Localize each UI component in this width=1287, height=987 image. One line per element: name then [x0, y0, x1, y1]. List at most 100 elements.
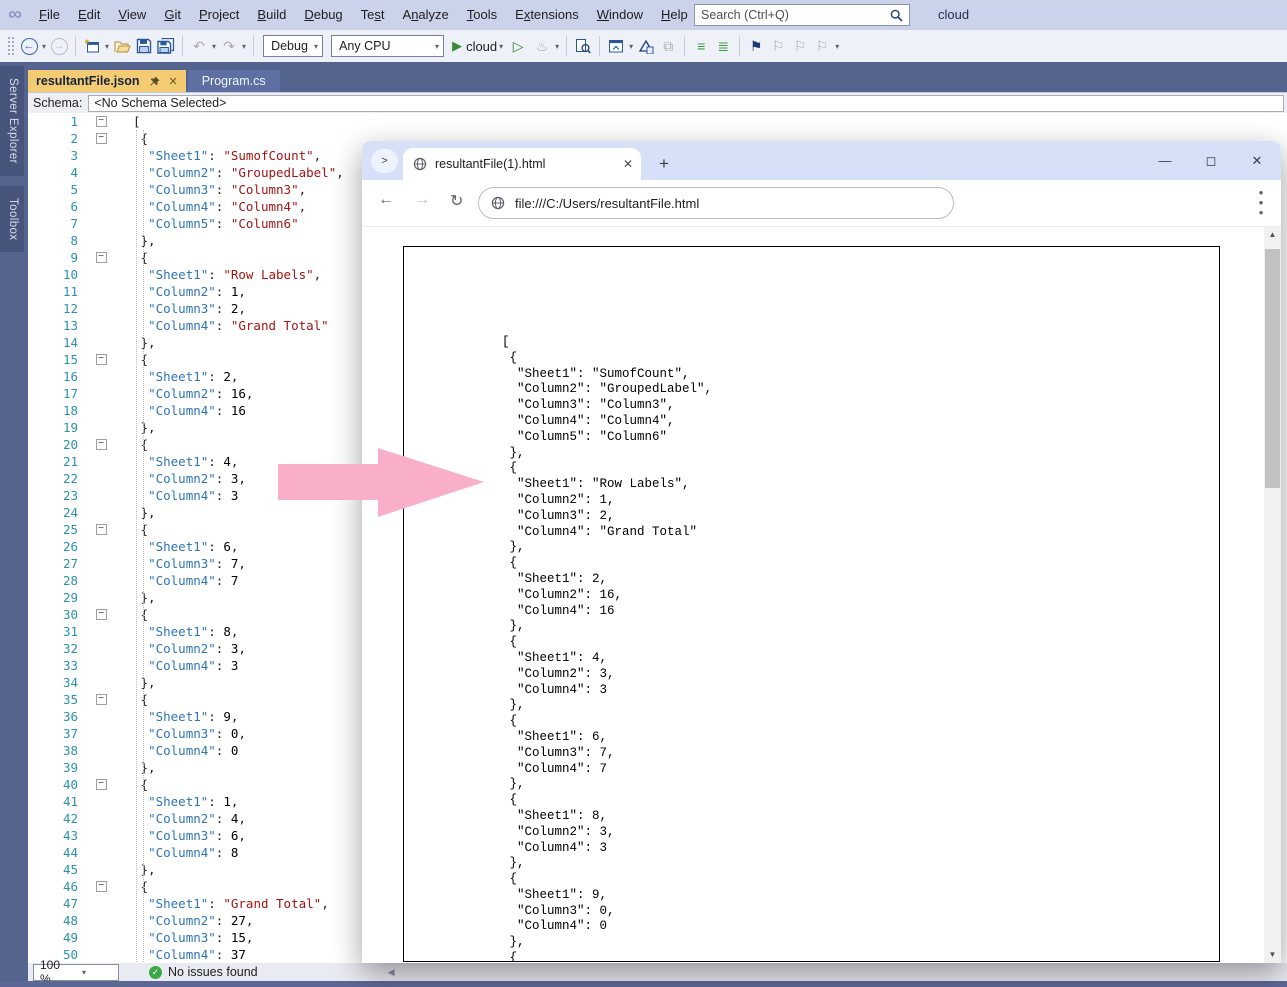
address-bar[interactable]: file:///C:/Users/resultantFile.html — [478, 187, 954, 219]
collapse-icon[interactable]: − — [96, 609, 107, 620]
tab-search-button[interactable]: ˃ — [371, 149, 398, 173]
browser-tab[interactable]: resultantFile(1).html ✕ — [403, 148, 641, 180]
code-line[interactable]: 1−[ — [28, 113, 1287, 130]
scrollbar-thumb[interactable] — [1265, 249, 1280, 488]
save-icon[interactable] — [134, 34, 154, 58]
open-folder-icon[interactable] — [112, 34, 132, 58]
navigate-forward-button[interactable]: → — [49, 34, 69, 58]
fold-column[interactable]: − — [88, 249, 114, 266]
collapse-icon[interactable]: − — [96, 252, 107, 263]
collapse-icon[interactable]: − — [96, 524, 107, 535]
toolbar-grip-handle[interactable] — [7, 36, 15, 56]
hot-reload-dropdown[interactable]: ▾ — [555, 42, 559, 51]
side-tab-server-explorer[interactable]: Server Explorer — [0, 66, 24, 176]
fold-column[interactable]: − — [88, 436, 114, 453]
collapse-icon[interactable]: − — [96, 133, 107, 144]
line-number: 48 — [28, 912, 88, 929]
save-all-icon[interactable] — [156, 34, 176, 58]
menu-view[interactable]: View — [109, 0, 155, 30]
minimize-button[interactable]: — — [1142, 141, 1188, 180]
code-text: "Sheet1": 8, — [114, 623, 238, 640]
menu-debug[interactable]: Debug — [295, 0, 351, 30]
start-without-debugging-icon[interactable]: ▷ — [510, 34, 530, 58]
menu-extensions[interactable]: Extensions — [506, 0, 588, 30]
browser-menu-icon[interactable]: ••• — [1252, 188, 1270, 218]
bookmarks-dropdown[interactable]: ▾ — [835, 42, 839, 51]
fold-column[interactable]: − — [88, 606, 114, 623]
solution-configuration-select[interactable]: Debug▾ — [263, 35, 323, 57]
browser-back-icon[interactable]: ← — [378, 191, 394, 209]
collapse-icon[interactable]: − — [96, 116, 107, 127]
menu-test[interactable]: Test — [352, 0, 394, 30]
menu-window[interactable]: Window — [588, 0, 652, 30]
run-target-dropdown[interactable]: ▾ — [499, 42, 503, 51]
collapse-icon[interactable]: − — [96, 439, 107, 450]
properties-icon[interactable]: ⧉ — [658, 34, 678, 58]
search-input[interactable]: Search (Ctrl+Q) — [694, 4, 910, 26]
close-window-button[interactable]: ✕ — [1234, 141, 1280, 180]
browser-reload-icon[interactable]: ↻ — [450, 191, 463, 211]
fold-column[interactable]: − — [88, 130, 114, 147]
fold-column[interactable]: − — [88, 351, 114, 368]
solution-explorer-dropdown[interactable]: ▾ — [629, 42, 633, 51]
collapse-icon[interactable]: − — [96, 881, 107, 892]
scroll-down-icon[interactable]: ▼ — [1264, 947, 1281, 963]
close-browser-tab-icon[interactable]: ✕ — [623, 157, 633, 171]
solution-explorer-icon[interactable] — [606, 34, 626, 58]
account-name[interactable]: cloud — [938, 0, 969, 30]
previous-bookmark-icon[interactable]: ⚐ — [768, 34, 788, 58]
menu-project[interactable]: Project — [190, 0, 248, 30]
menu-git[interactable]: Git — [155, 0, 190, 30]
navigate-backward-button[interactable]: ← — [19, 34, 39, 58]
line-number: 44 — [28, 844, 88, 861]
side-tab-toolbox[interactable]: Toolbox — [0, 186, 24, 252]
browser-title-bar[interactable]: ˃ resultantFile(1).html ✕ + — ◻ ✕ — [362, 141, 1281, 180]
toggle-bookmark-icon[interactable]: ⚑ — [746, 34, 766, 58]
fold-column[interactable]: − — [88, 691, 114, 708]
hot-reload-icon[interactable]: ♨ — [532, 34, 552, 58]
browser-forward-icon[interactable]: → — [414, 191, 430, 209]
indent-decrease-icon[interactable]: ≡ — [691, 34, 711, 58]
menu-file[interactable]: File — [30, 0, 69, 30]
new-project-dropdown[interactable]: ▾ — [105, 42, 109, 51]
menu-build[interactable]: Build — [248, 0, 295, 30]
start-debugging-button[interactable]: ▶ cloud ▾ — [452, 38, 505, 54]
next-bookmark-icon[interactable]: ⚐ — [790, 34, 810, 58]
hscroll-left-arrow[interactable]: ◀ — [388, 967, 395, 978]
new-project-icon[interactable] — [82, 34, 102, 58]
collapse-icon[interactable]: − — [96, 694, 107, 705]
fold-column — [88, 929, 114, 946]
browser-scrollbar[interactable]: ▲ ▼ — [1264, 227, 1281, 963]
tab-resultantfile-json[interactable]: resultantFile.json ✕ — [28, 70, 186, 92]
sync-with-active-document-icon[interactable] — [636, 34, 656, 58]
find-in-files-icon[interactable] — [573, 34, 593, 58]
close-tab-icon[interactable]: ✕ — [169, 75, 178, 88]
fold-column[interactable]: − — [88, 878, 114, 895]
collapse-icon[interactable]: − — [96, 779, 107, 790]
menu-analyze[interactable]: Analyze — [394, 0, 458, 30]
code-text: "Column4": 7 — [114, 572, 238, 589]
solution-platform-select[interactable]: Any CPU▾ — [331, 35, 444, 57]
line-number: 47 — [28, 895, 88, 912]
undo-dropdown[interactable]: ▾ — [212, 42, 216, 51]
maximize-button[interactable]: ◻ — [1188, 141, 1234, 180]
undo-icon[interactable]: ↶ — [189, 34, 209, 58]
navigate-backward-dropdown[interactable]: ▾ — [42, 42, 46, 51]
schema-select[interactable]: <No Schema Selected> — [88, 95, 1284, 112]
fold-column[interactable]: − — [88, 521, 114, 538]
tab-program-cs[interactable]: Program.cs — [188, 70, 280, 92]
indent-increase-icon[interactable]: ≣ — [713, 34, 733, 58]
fold-column[interactable]: − — [88, 113, 114, 130]
editor-zoom-select[interactable]: 100 % ▾ — [33, 964, 119, 981]
redo-dropdown[interactable]: ▾ — [242, 42, 246, 51]
collapse-icon[interactable]: − — [96, 354, 107, 365]
new-tab-button[interactable]: + — [650, 148, 678, 180]
clear-bookmarks-icon[interactable]: ⚐ — [812, 34, 832, 58]
redo-icon[interactable]: ↷ — [219, 34, 239, 58]
menu-help[interactable]: Help — [652, 0, 697, 30]
menu-tools[interactable]: Tools — [458, 0, 506, 30]
menu-edit[interactable]: Edit — [69, 0, 109, 30]
fold-column[interactable]: − — [88, 776, 114, 793]
scroll-up-icon[interactable]: ▲ — [1264, 227, 1281, 243]
pin-icon[interactable] — [149, 76, 160, 87]
